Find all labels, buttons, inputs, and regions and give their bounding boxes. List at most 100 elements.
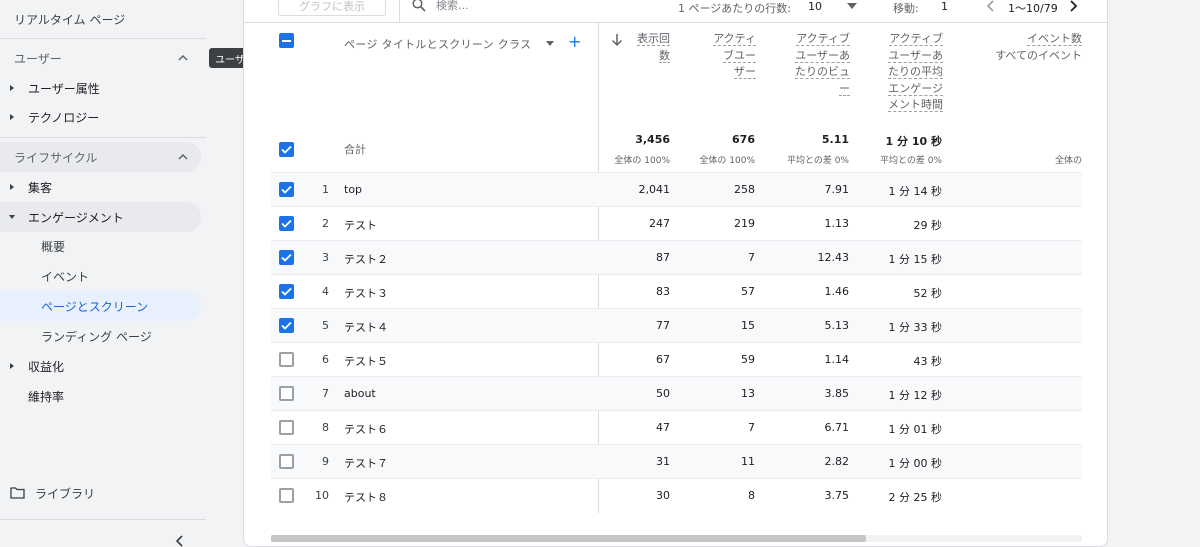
row-page-title: テスト７ [344, 457, 388, 470]
chevron-left-icon[interactable] [985, 0, 997, 13]
checkbox-unchecked [279, 386, 294, 401]
table-row[interactable]: 1 top 2,041 258 7.91 1 分 14 秒 [271, 172, 1082, 206]
row-checkbox[interactable] [279, 216, 294, 231]
row-checkbox[interactable] [279, 386, 294, 401]
nav-retention[interactable]: 維持率 [0, 381, 201, 411]
chevron-right-icon[interactable] [1067, 0, 1079, 13]
dropdown-arrow-icon[interactable] [546, 41, 554, 46]
header-views-per-user[interactable]: アクティブ ユーザーあ たりのビュ ー [772, 31, 850, 97]
nav-acquisition[interactable]: 集客 [0, 172, 201, 202]
row-views-per-user: 1.46 [824, 285, 850, 298]
row-checkbox[interactable] [279, 454, 294, 469]
row-views-per-user: 7.91 [824, 183, 850, 196]
row-engagement-time: 1 分 14 秒 [888, 185, 943, 198]
section-lifecycle[interactable]: ライフサイクル [0, 142, 201, 172]
nav-engagement-overview[interactable]: 概要 [0, 231, 201, 261]
caret-right-icon [10, 114, 14, 120]
nav-label: ライブラリ [35, 486, 96, 501]
row-page-title: top [344, 183, 363, 196]
row-index: 1 [322, 183, 329, 196]
table-row[interactable]: 8 テスト６ 47 7 6.71 1 分 01 秒 [271, 410, 1082, 444]
nav-engagement-events[interactable]: イベント [0, 261, 201, 291]
nav-label: ユーザー属性 [28, 81, 100, 96]
search-placeholder: 検索... [436, 0, 469, 12]
header-active-users[interactable]: アクティ ブユー ザー [690, 31, 756, 81]
row-page-title: テスト５ [344, 355, 388, 368]
select-all-checkbox[interactable] [279, 33, 294, 48]
divider [399, 0, 400, 23]
search-box[interactable]: 検索... [412, 0, 469, 13]
nav-engagement[interactable]: エンゲージメント [0, 202, 201, 232]
go-to-input[interactable]: 1 [941, 0, 948, 13]
nav-pages-and-screens[interactable]: ページとスクリーン [0, 291, 201, 321]
row-views: 83 [656, 285, 670, 298]
section-user[interactable]: ユーザー [0, 43, 201, 73]
row-active-users: 7 [748, 421, 755, 434]
row-active-users: 11 [741, 455, 755, 468]
row-engagement-time: 1 分 33 秒 [888, 321, 943, 334]
nav-technology[interactable]: テクノロジー [0, 102, 201, 132]
checkbox-checked [279, 182, 294, 197]
table-row[interactable]: 5 テスト４ 77 15 5.13 1 分 33 秒 [271, 308, 1082, 342]
total-sub: 平均との差 0% [879, 156, 942, 166]
row-checkbox[interactable] [279, 420, 294, 435]
dropdown-arrow-icon[interactable] [847, 3, 857, 9]
row-checkbox[interactable] [279, 488, 294, 503]
row-active-users: 57 [741, 285, 755, 298]
nav-monetization[interactable]: 収益化 [0, 351, 201, 381]
row-active-users: 7 [748, 251, 755, 264]
nav-user-attributes[interactable]: ユーザー属性 [0, 73, 201, 103]
checkbox-unchecked [279, 352, 294, 367]
caret-down-icon [9, 215, 15, 219]
row-checkbox[interactable] [279, 284, 294, 299]
row-engagement-time: 52 秒 [913, 287, 943, 300]
table-row[interactable]: 4 テスト３ 83 57 1.46 52 秒 [271, 274, 1082, 308]
row-checkbox[interactable] [279, 352, 294, 367]
total-sub: 全体の 100% [699, 156, 755, 166]
total-views: 3,456 [635, 133, 670, 146]
row-checkbox[interactable] [279, 318, 294, 333]
table-row[interactable]: 6 テスト５ 67 59 1.14 43 秒 [271, 342, 1082, 376]
row-views: 31 [656, 455, 670, 468]
row-engagement-time: 29 秒 [913, 219, 943, 232]
plot-rows-button[interactable]: グラフに表示 [278, 0, 386, 16]
row-checkbox[interactable] [279, 182, 294, 197]
checkbox-checked [279, 250, 294, 265]
total-sub: 全体の 100% [614, 156, 670, 166]
row-active-users: 13 [741, 387, 755, 400]
header-views[interactable]: 表示回 数 [620, 31, 670, 64]
dimension-header[interactable]: ページ タイトルとスクリーン クラス [344, 36, 531, 52]
total-checkbox[interactable] [279, 142, 294, 157]
row-checkbox[interactable] [279, 250, 294, 265]
nav-realtime[interactable]: リアルタイム ページ [14, 4, 125, 34]
add-dimension-button[interactable]: + [568, 34, 581, 50]
row-page-title: about [344, 387, 376, 400]
table-row[interactable]: 3 テスト２ 87 7 12.43 1 分 15 秒 [271, 240, 1082, 274]
nav-landing-page[interactable]: ランディング ページ [0, 321, 201, 351]
checkbox-checked [279, 284, 294, 299]
total-sub: 全体の [1054, 156, 1082, 166]
table-row[interactable]: 7 about 50 13 3.85 1 分 12 秒 [271, 376, 1082, 410]
row-engagement-time: 1 分 01 秒 [888, 423, 943, 436]
checkbox-checked [279, 216, 294, 231]
total-label: 合計 [344, 143, 366, 156]
nav-library[interactable]: ライブラリ [10, 481, 95, 505]
table-row[interactable]: 10 テスト８ 30 8 3.75 2 分 25 秒 [271, 478, 1082, 512]
row-active-users: 15 [741, 319, 755, 332]
table-row[interactable]: 9 テスト７ 31 11 2.82 1 分 00 秒 [271, 444, 1082, 478]
row-page-title: テスト６ [344, 423, 388, 436]
checkbox-checked [279, 142, 294, 157]
header-event-count[interactable]: イベント数 すべてのイベント [974, 31, 1082, 64]
caret-right-icon [10, 363, 14, 369]
rows-per-page-select[interactable]: 10 [808, 0, 822, 13]
row-active-users: 8 [748, 489, 755, 502]
sidebar: リアルタイム ページ ユーザー ユーザー属性 テクノロジー ライフサイクル 集客… [0, 0, 213, 547]
row-page-title: テスト４ [344, 321, 388, 334]
table-row[interactable]: 2 テスト 247 219 1.13 29 秒 [271, 206, 1082, 240]
nav-label: 維持率 [28, 389, 65, 404]
header-avg-engagement-time[interactable]: アクティブ ユーザーあ たりの平均 エンゲージ メント時間 [864, 31, 943, 114]
collapse-sidebar-icon[interactable] [172, 533, 188, 547]
checkbox-unchecked [279, 488, 294, 503]
horizontal-scrollbar-thumb[interactable] [271, 535, 866, 542]
checkbox-indeterminate [279, 33, 294, 48]
